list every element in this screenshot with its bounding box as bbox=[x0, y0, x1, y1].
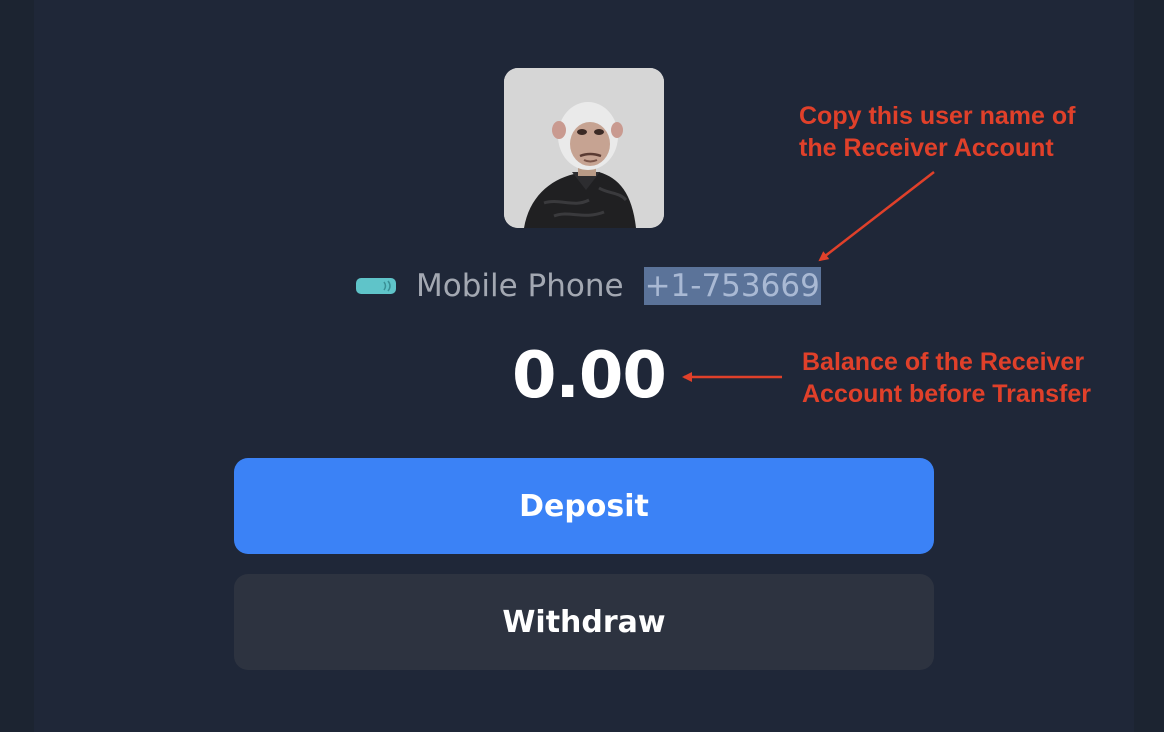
account-username[interactable]: +1-753669 bbox=[643, 267, 821, 305]
annotation-line: Balance of the Receiver bbox=[802, 348, 1085, 376]
annotation-line: the Receiver Account bbox=[799, 134, 1054, 162]
annotation-line: Account before Transfer bbox=[802, 380, 1091, 408]
phone-icon bbox=[356, 277, 396, 295]
annotation-balance: Balance of the Receiver Account before T… bbox=[802, 346, 1091, 410]
annotation-line: Copy this user name of bbox=[799, 102, 1076, 130]
balance-value: 0.00 bbox=[512, 339, 667, 413]
avatar bbox=[504, 68, 664, 228]
account-row: Mobile Phone +1-753669 bbox=[356, 264, 821, 308]
avatar-ape-image bbox=[504, 68, 664, 228]
deposit-button[interactable]: Deposit bbox=[234, 458, 934, 554]
withdraw-button[interactable]: Withdraw bbox=[234, 574, 934, 670]
annotation-copy-username: Copy this user name of the Receiver Acco… bbox=[799, 100, 1075, 164]
account-type-label: Mobile Phone bbox=[416, 268, 624, 304]
app-background: Mobile Phone +1-753669 0.00 Deposit With… bbox=[0, 0, 1164, 732]
